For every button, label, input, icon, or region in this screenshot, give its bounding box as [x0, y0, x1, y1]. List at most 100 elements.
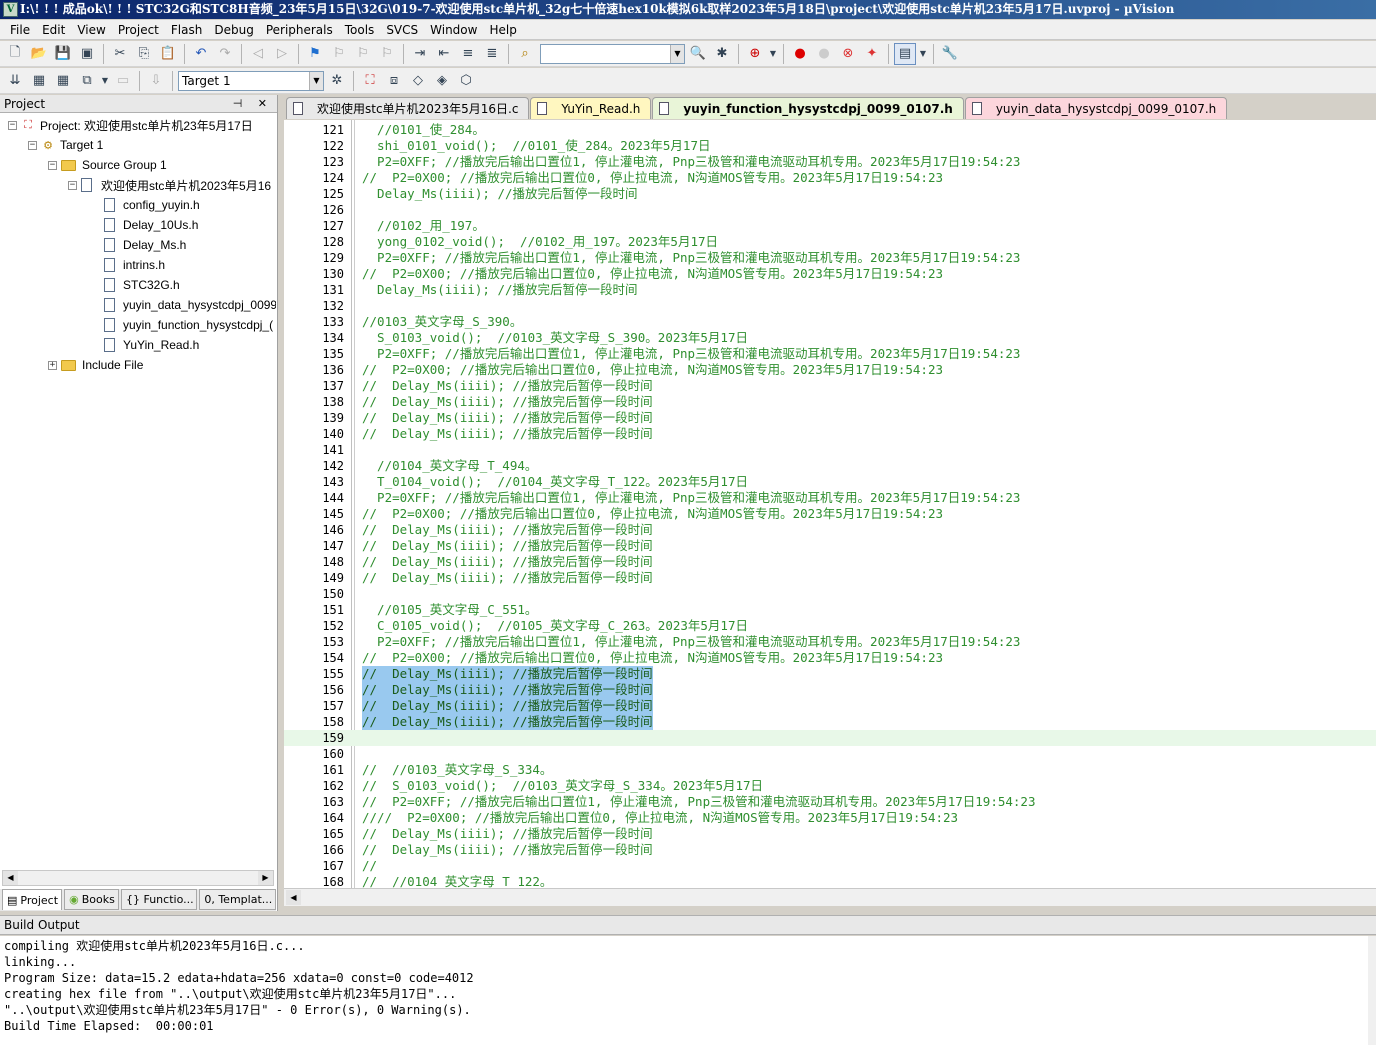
- incremental-find-icon[interactable]: ✱: [711, 43, 733, 65]
- chevron-down-icon[interactable]: ▼: [309, 71, 323, 90]
- tree-header-file[interactable]: yuyin_data_hysystcdpj_0099: [104, 295, 276, 315]
- code-line[interactable]: 160: [284, 746, 1376, 762]
- tab-templates[interactable]: 0, Templat...: [199, 889, 277, 910]
- code-line[interactable]: 154 // P2=0X00; //播放完后输出口置位0, 停止拉电流, N沟道M…: [284, 650, 1376, 666]
- code-line[interactable]: 147 // Delay_Ms(iiii); //播放完后暂停一段时间: [284, 538, 1376, 554]
- stop-build-icon[interactable]: ▭: [112, 70, 134, 92]
- tree-header-file[interactable]: Delay_Ms.h: [104, 235, 186, 255]
- breakpoint-icon[interactable]: ●: [789, 43, 811, 65]
- code-line[interactable]: 165 // Delay_Ms(iiii); //播放完后暂停一段时间: [284, 826, 1376, 842]
- manage-components-icon[interactable]: ⧈: [383, 70, 405, 92]
- tab-project[interactable]: ▤ Project: [2, 889, 63, 910]
- chevron-down-icon[interactable]: ▼: [918, 43, 928, 65]
- menu-project[interactable]: Project: [112, 20, 165, 40]
- next-bookmark-icon[interactable]: ⚐: [352, 43, 374, 65]
- collapse-icon[interactable]: −: [48, 160, 57, 170]
- collapse-icon[interactable]: −: [8, 120, 17, 130]
- disable-all-breakpoints-icon[interactable]: ⊗: [837, 43, 859, 65]
- find-icon[interactable]: 🔍: [687, 43, 709, 65]
- code-line[interactable]: 155 // Delay_Ms(iiii); //播放完后暂停一段时间: [284, 666, 1376, 682]
- manage-project-items-icon[interactable]: ⛶: [359, 70, 381, 92]
- navigate-forward-icon[interactable]: ▷: [271, 43, 293, 65]
- copy-icon[interactable]: ⎘: [133, 43, 155, 65]
- new-file-icon[interactable]: 🗋: [4, 43, 26, 65]
- menu-svcs[interactable]: SVCS: [380, 20, 424, 40]
- code-line[interactable]: 127 //0102_用_197。: [284, 218, 1376, 234]
- bookmark-icon[interactable]: ⚑: [304, 43, 326, 65]
- translate-icon[interactable]: ⇊: [4, 70, 26, 92]
- code-line[interactable]: 121 //0101_使_284。: [284, 122, 1376, 138]
- code-line[interactable]: 148 // Delay_Ms(iiii); //播放完后暂停一段时间: [284, 554, 1376, 570]
- menu-peripherals[interactable]: Peripherals: [260, 20, 339, 40]
- build-output-panel[interactable]: compiling 欢迎使用stc单片机2023年5月16日.c... linki…: [0, 936, 1376, 1045]
- code-line[interactable]: 150: [284, 586, 1376, 602]
- code-line[interactable]: 162 // S_0103_void(); //0103_英文字母_S_334。2…: [284, 778, 1376, 794]
- undo-icon[interactable]: ↶: [190, 43, 212, 65]
- tab-functions[interactable]: {} Functio...: [120, 889, 198, 910]
- tree-header-file[interactable]: intrins.h: [104, 255, 165, 275]
- collapse-icon[interactable]: −: [28, 140, 37, 150]
- editor-tab-yuyin-data[interactable]: yuyin_data_hysystcdpj_0099_0107.h: [964, 97, 1228, 119]
- editor-tab-yuyin-read[interactable]: YuYin_Read.h: [530, 97, 652, 119]
- code-line[interactable]: 146 // Delay_Ms(iiii); //播放完后暂停一段时间: [284, 522, 1376, 538]
- cut-icon[interactable]: ✂: [109, 43, 131, 65]
- menu-view[interactable]: View: [71, 20, 111, 40]
- configure-icon[interactable]: 🔧: [939, 43, 961, 65]
- code-line[interactable]: 145 // P2=0X00; //播放完后输出口置位0, 停止拉电流, N沟道M…: [284, 506, 1376, 522]
- download-icon[interactable]: ⇩: [145, 70, 167, 92]
- menu-debug[interactable]: Debug: [208, 20, 259, 40]
- code-line[interactable]: 139 // Delay_Ms(iiii); //播放完后暂停一段时间: [284, 410, 1376, 426]
- build-icon[interactable]: ▦: [28, 70, 50, 92]
- menu-help[interactable]: Help: [483, 20, 522, 40]
- code-line[interactable]: 158 // Delay_Ms(iiii); //播放完后暂停一段时间: [284, 714, 1376, 730]
- scroll-right-icon[interactable]: ▶: [258, 871, 273, 885]
- tree-header-file[interactable]: YuYin_Read.h: [104, 335, 199, 355]
- menu-flash[interactable]: Flash: [165, 20, 208, 40]
- code-line[interactable]: 136 // P2=0X00; //播放完后输出口置位0, 停止拉电流, N沟道M…: [284, 362, 1376, 378]
- tab-books[interactable]: ◉ Books: [64, 889, 119, 910]
- code-line[interactable]: 141: [284, 442, 1376, 458]
- tree-header-file[interactable]: yuyin_function_hysystcdpj_(: [104, 315, 273, 335]
- code-line[interactable]: 142 //0104_英文字母_T_494。: [284, 458, 1376, 474]
- collapse-icon[interactable]: −: [68, 180, 77, 190]
- code-line[interactable]: 167 //: [284, 858, 1376, 874]
- chevron-down-icon[interactable]: ▼: [100, 70, 110, 92]
- project-horizontal-scrollbar[interactable]: ◀ ▶: [2, 870, 274, 886]
- tree-project-root[interactable]: − ⛶ Project: 欢迎使用stc单片机23年5月17日: [8, 115, 253, 135]
- unindent-icon[interactable]: ⇤: [433, 43, 455, 65]
- code-line[interactable]: 152 C_0105_void(); //0105_英文字母_C_263。202…: [284, 618, 1376, 634]
- scroll-left-icon[interactable]: ◀: [3, 871, 18, 885]
- select-packs-icon[interactable]: ◇: [407, 70, 429, 92]
- code-line[interactable]: 124 // P2=0X00; //播放完后输出口置位0, 停止拉电流, N沟道M…: [284, 170, 1376, 186]
- find-combo[interactable]: ▼: [540, 43, 685, 64]
- chevron-down-icon[interactable]: ▼: [768, 43, 778, 65]
- tree-target[interactable]: − ⚙ Target 1: [28, 135, 103, 155]
- window-layout-icon[interactable]: ▤: [894, 42, 916, 65]
- menu-edit[interactable]: Edit: [36, 20, 71, 40]
- tree-header-file[interactable]: Delay_10Us.h: [104, 215, 198, 235]
- code-line[interactable]: 134 S_0103_void(); //0103_英文字母_S_390。202…: [284, 330, 1376, 346]
- pack-installer-icon[interactable]: ⬡: [455, 70, 477, 92]
- paste-icon[interactable]: 📋: [157, 43, 179, 65]
- scroll-left-icon[interactable]: ◀: [286, 890, 301, 905]
- open-file-icon[interactable]: 📂: [28, 43, 50, 65]
- clear-bookmarks-icon[interactable]: ⚐: [376, 43, 398, 65]
- target-select[interactable]: Target 1 ▼: [178, 70, 324, 91]
- build-vertical-scrollbar[interactable]: [1368, 936, 1376, 1045]
- code-line[interactable]: 128 yong_0102_void(); //0102_用_197。2023年…: [284, 234, 1376, 250]
- code-line[interactable]: 164 //// P2=0X00; //播放完后输出口置位0, 停止拉电流, N沟…: [284, 810, 1376, 826]
- code-line[interactable]: 161 // //0103_英文字母_S_334。: [284, 762, 1376, 778]
- code-line[interactable]: 159: [284, 730, 1376, 746]
- code-line[interactable]: 135 P2=0XFF; //播放完后输出口置位1, 停止灌电流, Pnp三极管…: [284, 346, 1376, 362]
- code-line[interactable]: 151 //0105_英文字母_C_551。: [284, 602, 1376, 618]
- code-line[interactable]: 123 P2=0XFF; //播放完后输出口置位1, 停止灌电流, Pnp三极管…: [284, 154, 1376, 170]
- prev-bookmark-icon[interactable]: ⚐: [328, 43, 350, 65]
- indent-icon[interactable]: ⇥: [409, 43, 431, 65]
- code-line[interactable]: 132: [284, 298, 1376, 314]
- code-line[interactable]: 125 Delay_Ms(iiii); //播放完后暂停一段时间: [284, 186, 1376, 202]
- code-line[interactable]: 133 //0103_英文字母_S_390。: [284, 314, 1376, 330]
- disable-breakpoint-icon[interactable]: ●: [813, 43, 835, 65]
- chevron-down-icon[interactable]: ▼: [670, 44, 684, 63]
- code-line[interactable]: 149 // Delay_Ms(iiii); //播放完后暂停一段时间: [284, 570, 1376, 586]
- code-line[interactable]: 131 Delay_Ms(iiii); //播放完后暂停一段时间: [284, 282, 1376, 298]
